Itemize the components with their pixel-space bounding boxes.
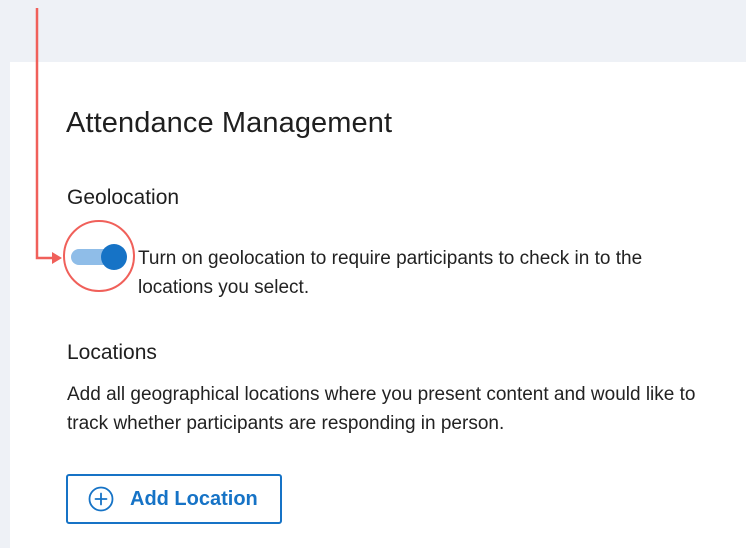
geolocation-heading: Geolocation [67,186,180,209]
locations-description: Add all geographical locations where you… [67,384,696,434]
locations-heading: Locations [67,341,157,364]
toggle-knob [101,244,127,270]
add-location-button[interactable]: Add Location [66,474,282,524]
geolocation-description: Turn on geolocation to require participa… [138,248,643,298]
page-title: Attendance Management [66,107,393,139]
geolocation-toggle[interactable] [71,244,131,270]
add-location-label: Add Location [130,487,258,510]
plus-circle-icon [88,486,114,512]
